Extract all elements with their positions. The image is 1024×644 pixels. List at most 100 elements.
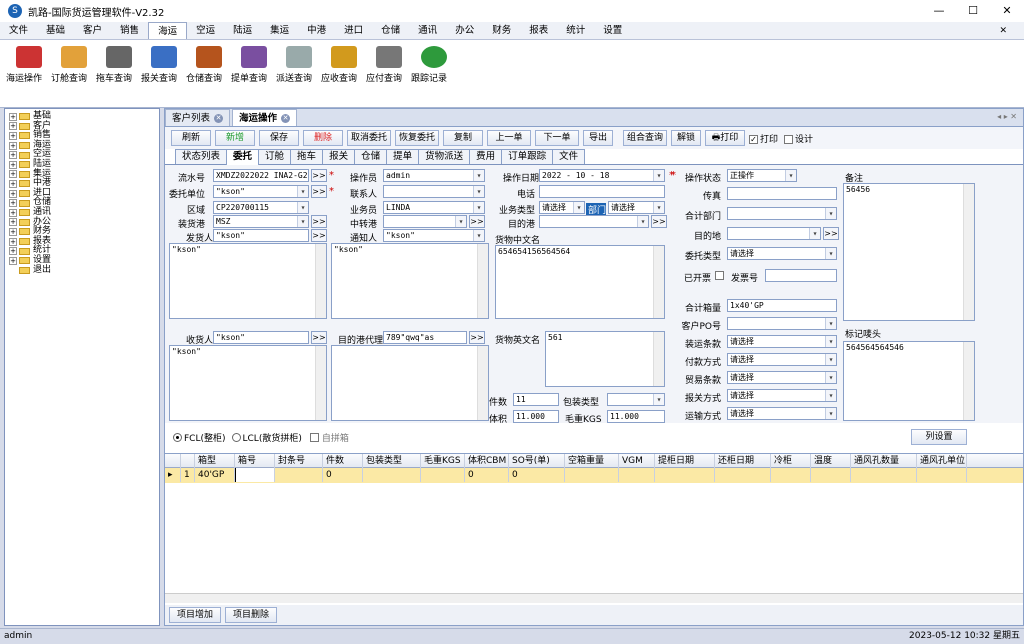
tree-item[interactable]: + 集运 xyxy=(5,169,159,180)
toolbar-button[interactable]: 删除 xyxy=(303,130,343,146)
grid-header-cell[interactable]: 还柜日期 xyxy=(715,454,771,468)
grid-header-cell[interactable]: VGM xyxy=(619,454,655,468)
grid-cell[interactable]: 0 xyxy=(323,468,363,482)
expand-icon[interactable]: + xyxy=(9,170,17,179)
expand-icon[interactable]: + xyxy=(9,256,17,265)
toolbar-check[interactable]: 设计 xyxy=(784,132,813,145)
expand-icon[interactable]: + xyxy=(9,247,17,256)
expand-icon[interactable]: + xyxy=(9,141,17,150)
grid-header-cell[interactable]: SO号(单) xyxy=(509,454,565,468)
grid-header-cell[interactable]: 提柜日期 xyxy=(655,454,715,468)
remark-textarea[interactable]: 56456 xyxy=(843,183,975,321)
menu-close-icon[interactable]: ✕ xyxy=(990,22,1016,40)
pay-select[interactable]: 请选择 xyxy=(727,353,837,366)
grid-cell[interactable] xyxy=(811,468,851,482)
toolbar-button[interactable]: 组合查询 xyxy=(623,130,667,146)
transit-more-button[interactable]: >> xyxy=(469,215,485,228)
print-button[interactable]: 🖶打印 xyxy=(705,130,745,146)
grid-header-cell[interactable]: 温度 xyxy=(811,454,851,468)
tree-item[interactable]: + 空运 xyxy=(5,150,159,160)
dest-port-more-button[interactable]: >> xyxy=(651,215,667,228)
menu-item[interactable]: 集运 xyxy=(261,22,298,39)
close-button[interactable]: ✕ xyxy=(990,0,1024,22)
tab-nav-icon[interactable]: ◂ ▸ ✕ xyxy=(997,112,1017,121)
sub-tab[interactable]: 货物派送 xyxy=(418,149,471,164)
pack-select[interactable] xyxy=(607,393,665,406)
expand-icon[interactable]: + xyxy=(9,199,17,208)
grid-cell[interactable] xyxy=(715,468,771,482)
tree-item[interactable]: + 统计 xyxy=(5,246,159,256)
maximize-button[interactable]: ☐ xyxy=(956,0,990,22)
biz-type-select[interactable]: 请选择 xyxy=(539,201,585,214)
grid-header-cell[interactable]: 体积CBM xyxy=(465,454,509,468)
menu-item[interactable]: 销售 xyxy=(111,22,148,39)
grid-header-cell[interactable]: 封条号 xyxy=(275,454,323,468)
toolbar-button[interactable]: 复制 xyxy=(443,130,483,146)
load-port-select[interactable]: MSZ xyxy=(213,215,309,228)
sub-tab[interactable]: 状态列表 xyxy=(175,149,228,164)
ribbon-button[interactable]: 提单查询 xyxy=(231,46,277,84)
operator-select[interactable]: admin xyxy=(383,169,485,182)
tree-item[interactable]: + 中港 xyxy=(5,179,159,189)
sub-tab[interactable]: 委托 xyxy=(226,149,260,165)
toolbar-button[interactable]: 刷新 xyxy=(171,130,211,146)
client-select[interactable]: "kson" xyxy=(213,185,309,198)
sub-tab[interactable]: 仓储 xyxy=(354,149,388,164)
doc-tab[interactable]: 海运操作 ✕ xyxy=(232,109,298,126)
expand-icon[interactable]: + xyxy=(9,112,17,121)
menu-item[interactable]: 报表 xyxy=(520,22,557,39)
expand-icon[interactable]: + xyxy=(9,160,17,169)
invoice-no-input[interactable] xyxy=(765,269,837,282)
grid-header-cell[interactable] xyxy=(165,454,181,468)
grid-cell[interactable]: 0 xyxy=(509,468,565,482)
expand-icon[interactable]: + xyxy=(9,151,17,160)
tree-item[interactable]: + 客户 xyxy=(5,121,159,132)
notify-address[interactable]: "kson" xyxy=(331,243,489,319)
grid-cell[interactable] xyxy=(851,468,917,482)
grid-cell[interactable]: 0 xyxy=(465,468,509,482)
ribbon-button[interactable]: 应付查询 xyxy=(366,46,412,84)
expand-icon[interactable]: + xyxy=(9,208,17,217)
shipper-more-button[interactable]: >> xyxy=(311,229,327,242)
menu-item[interactable]: 客户 xyxy=(74,22,111,39)
sub-tab[interactable]: 费用 xyxy=(469,149,503,164)
fcl-radio[interactable] xyxy=(173,433,182,442)
tree-item[interactable]: + 报表 xyxy=(5,236,159,247)
grid-cell[interactable]: 1 xyxy=(181,468,195,482)
sub-tab[interactable]: 拖车 xyxy=(290,149,324,164)
tree-item[interactable]: + 陆运 xyxy=(5,159,159,170)
expand-icon[interactable]: + xyxy=(9,218,17,227)
close-icon[interactable]: ✕ xyxy=(281,113,291,123)
grid-header-cell[interactable] xyxy=(181,454,195,468)
expand-icon[interactable] xyxy=(9,266,17,275)
menu-item[interactable]: 基础 xyxy=(37,22,74,39)
sub-tab[interactable]: 订单跟踪 xyxy=(501,149,554,164)
menu-item[interactable]: 仓储 xyxy=(372,22,409,39)
grid-cell[interactable] xyxy=(421,468,465,482)
column-settings-button[interactable]: 列设置 xyxy=(911,429,967,445)
entrust-type-select[interactable]: 请选择 xyxy=(727,247,837,260)
op-date-picker[interactable]: 2022 - 10 - 18 xyxy=(539,169,665,182)
checkbox[interactable]: ✓ xyxy=(749,134,758,144)
invoiced-checkbox[interactable] xyxy=(715,271,724,280)
menu-item[interactable]: 财务 xyxy=(483,22,520,39)
ribbon-button[interactable]: 仓储查询 xyxy=(186,46,232,84)
ribbon-button[interactable]: 跟踪记录 xyxy=(411,46,457,84)
menu-item[interactable]: 空运 xyxy=(187,22,224,39)
tree-item[interactable]: + 办公 xyxy=(5,217,159,228)
agent-more-button[interactable]: >> xyxy=(469,331,485,344)
shipper-input[interactable]: "kson" xyxy=(213,229,309,242)
dest-select[interactable] xyxy=(727,227,821,240)
sub-tab[interactable]: 文件 xyxy=(552,149,586,164)
menu-item[interactable]: 办公 xyxy=(446,22,483,39)
shipper-address[interactable]: "kson" xyxy=(169,243,327,319)
menu-item[interactable]: 通讯 xyxy=(409,22,446,39)
menu-item[interactable]: 统计 xyxy=(557,22,594,39)
toolbar-button[interactable]: 解锁 xyxy=(671,130,701,146)
grid-header-cell[interactable]: 空箱重量 xyxy=(565,454,619,468)
tree-item[interactable]: + 海运 xyxy=(5,140,159,151)
grid-cell[interactable] xyxy=(565,468,619,482)
menu-item[interactable]: 设置 xyxy=(594,22,631,39)
grid-cell[interactable] xyxy=(917,468,967,482)
horizontal-scrollbar[interactable] xyxy=(165,593,1023,603)
